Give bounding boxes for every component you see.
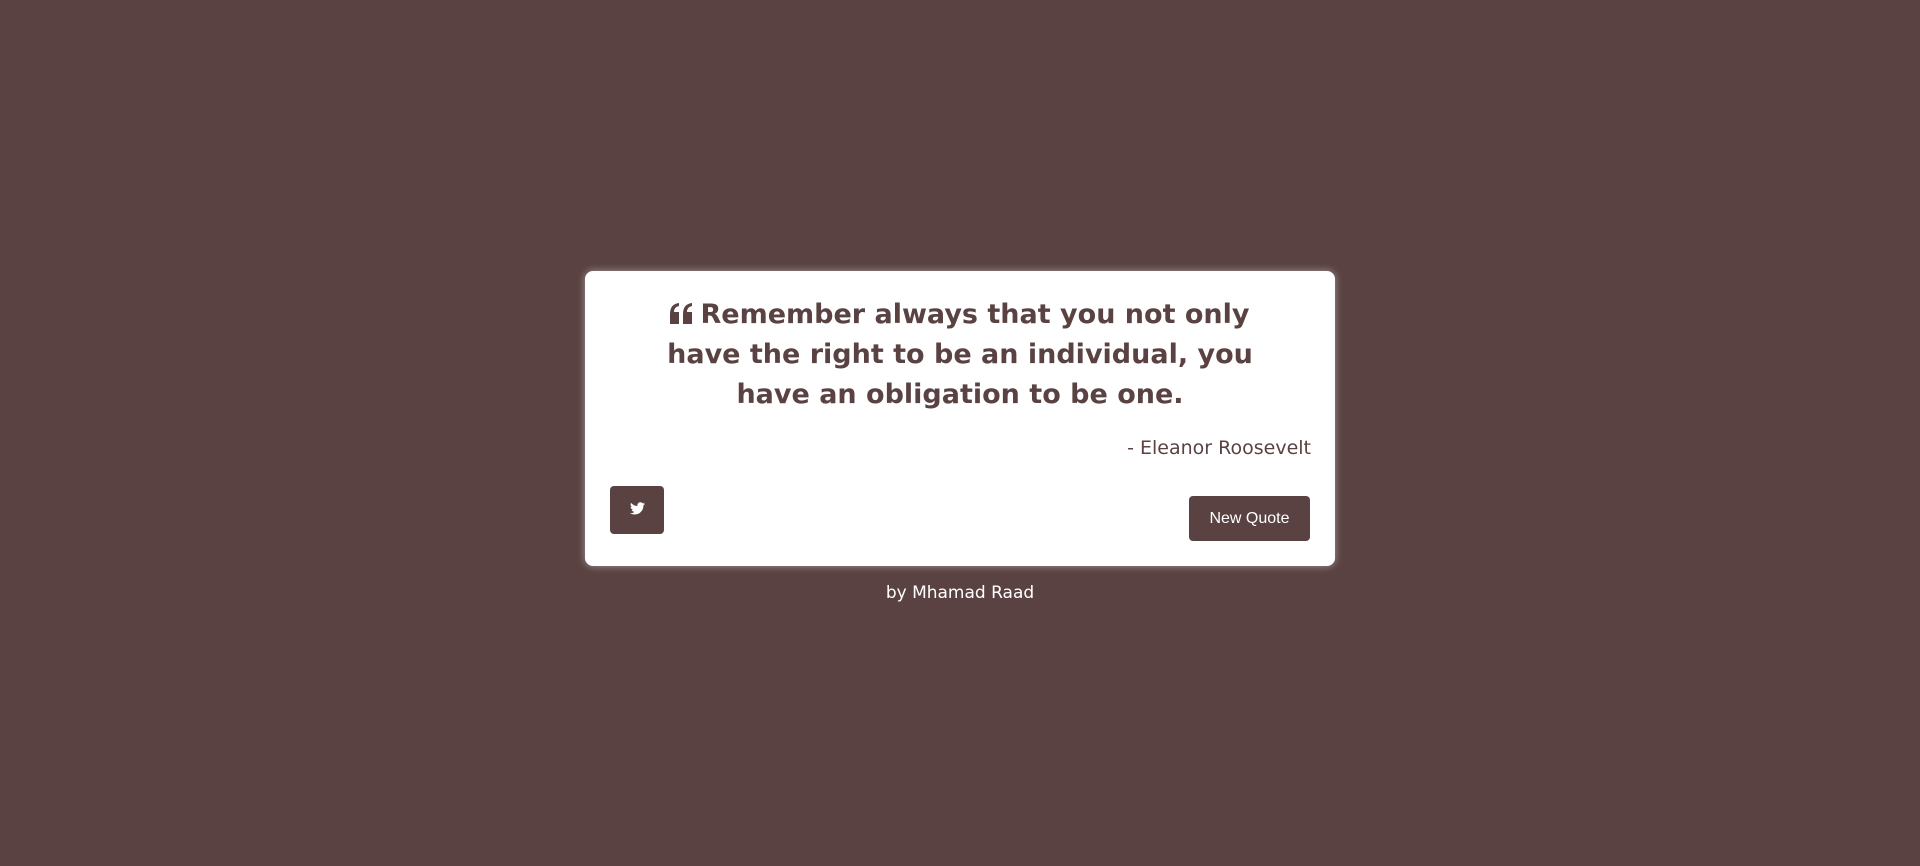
quote-author: - Eleanor Roosevelt <box>1127 437 1311 459</box>
twitter-icon <box>629 502 645 518</box>
quote-left-icon <box>670 297 694 337</box>
author-credit: by Mhamad Raad <box>885 583 1035 603</box>
new-quote-button[interactable]: New Quote <box>1189 496 1310 541</box>
quote-text: Remember always that you not only have t… <box>667 299 1253 410</box>
tweet-quote-button[interactable] <box>610 486 664 534</box>
quote-box: Remember always that you not only have t… <box>585 271 1335 566</box>
quote-text-block: Remember always that you not only have t… <box>645 295 1275 415</box>
